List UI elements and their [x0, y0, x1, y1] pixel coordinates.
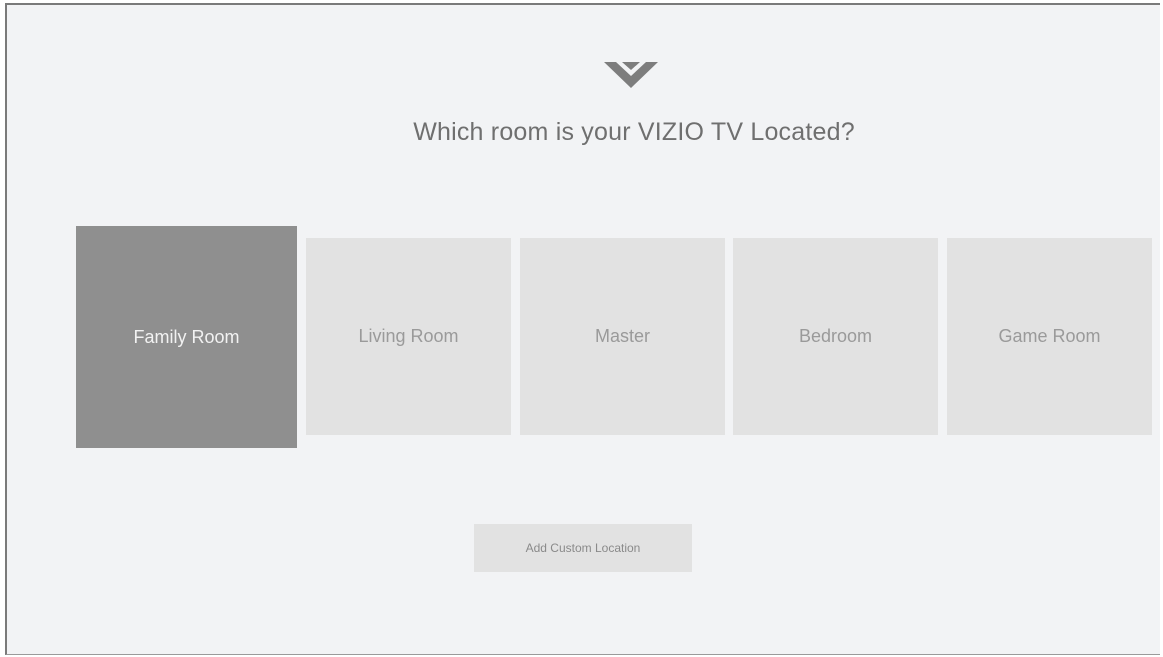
room-tile-game-room[interactable]: Game Room: [947, 238, 1152, 435]
room-tile-bedroom[interactable]: Bedroom: [733, 238, 938, 435]
room-tile-master[interactable]: Master: [520, 238, 725, 435]
room-tile-label: Family Room: [133, 326, 240, 347]
room-tile-label: Bedroom: [798, 326, 873, 346]
room-tile-family-room[interactable]: Family Room: [76, 226, 297, 448]
room-tile-label: Living Room: [358, 326, 459, 346]
add-custom-location-label: Add Custom Location: [525, 541, 641, 555]
vizio-logo-icon: [604, 62, 658, 88]
room-tile-label: Game Room: [998, 326, 1101, 346]
add-custom-location-button[interactable]: Add Custom Location: [474, 524, 692, 572]
room-tile-living-room[interactable]: Living Room: [306, 238, 511, 435]
page-title: Which room is your VIZIO TV Located?: [413, 118, 855, 146]
room-tile-label: Master: [594, 326, 650, 346]
